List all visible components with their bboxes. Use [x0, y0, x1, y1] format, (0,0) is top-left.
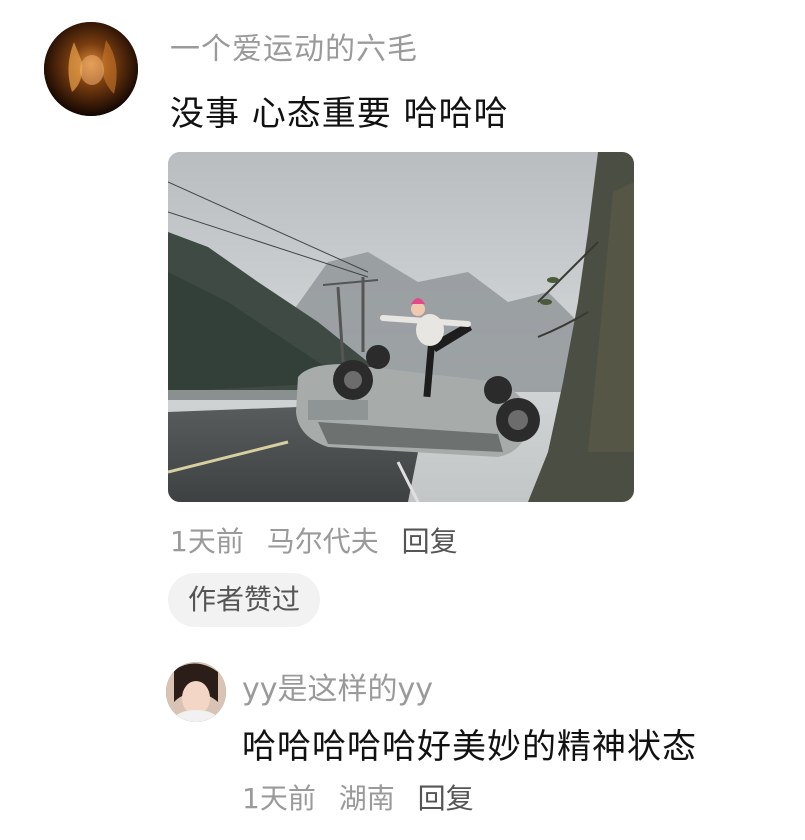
reply-time: 1天前 — [242, 782, 316, 815]
overturned-car-photo — [168, 152, 634, 502]
comment-photo[interactable] — [168, 152, 634, 502]
commenter-avatar[interactable] — [44, 22, 138, 116]
reply-avatar[interactable] — [166, 662, 226, 722]
avatar-image — [44, 22, 138, 116]
comment-location: 马尔代夫 — [266, 525, 379, 558]
reply-text: 哈哈哈哈哈好美妙的精神状态 — [242, 727, 697, 767]
author-liked-badge: 作者赞过 — [168, 573, 321, 627]
comment-time: 1天前 — [170, 525, 244, 558]
reply-button[interactable]: 回复 — [402, 525, 458, 558]
commenter-username[interactable]: 一个爱运动的六毛 — [170, 24, 418, 68]
reply-reply-button[interactable]: 回复 — [418, 782, 474, 815]
reply-location: 湖南 — [338, 782, 395, 815]
reply-meta: 1天前 湖南 回复 — [242, 777, 488, 817]
comment-meta: 1天前 马尔代夫 回复 — [170, 520, 472, 560]
reply-username[interactable]: yy是这样的yy — [242, 664, 433, 708]
comment-text: 没事 心态重要 哈哈哈 — [170, 94, 509, 134]
reply-avatar-image — [166, 662, 226, 722]
